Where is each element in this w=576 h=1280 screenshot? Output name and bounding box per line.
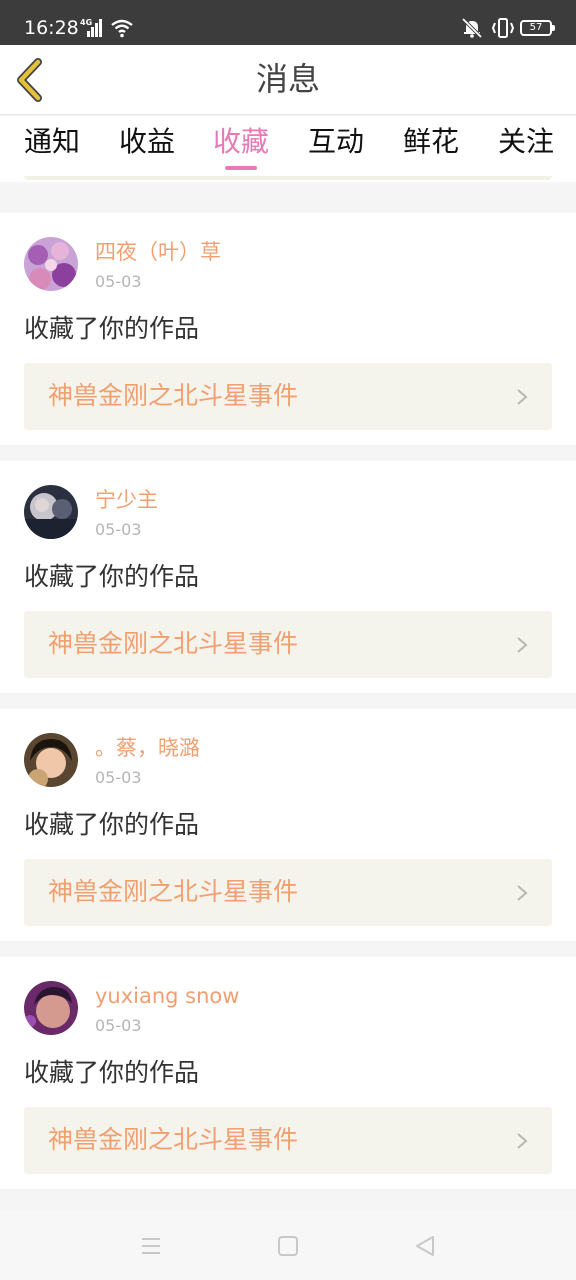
avatar[interactable] [24,485,78,539]
status-time: 16:28 [24,17,79,39]
menu-icon[interactable] [139,1234,163,1258]
list-item: yuxiang snow 05-03 收藏了你的作品 神兽金刚之北斗星事件 [0,957,576,1189]
avatar[interactable] [24,981,78,1035]
work-title: 神兽金刚之北斗星事件 [48,1125,299,1154]
list-item: 四夜（叶）草 05-03 收藏了你的作品 神兽金刚之北斗星事件 [0,213,576,445]
chevron-right-icon [517,885,528,901]
work-link[interactable]: 神兽金刚之北斗星事件 [24,363,552,430]
work-title: 神兽金刚之北斗星事件 [48,629,299,658]
chevron-right-icon [517,1133,528,1149]
signal-icon [87,19,105,37]
timestamp: 05-03 [95,768,142,787]
mute-icon [461,17,483,39]
tab-favorites[interactable]: 收藏 [213,122,269,162]
chevron-right-icon [517,637,528,653]
list-item: 宁少主 05-03 收藏了你的作品 神兽金刚之北斗星事件 [0,461,576,693]
avatar[interactable] [24,733,78,787]
work-link[interactable]: 神兽金刚之北斗星事件 [24,1107,552,1174]
work-link[interactable]: 神兽金刚之北斗星事件 [24,611,552,678]
work-title: 神兽金刚之北斗星事件 [48,877,299,906]
vibrate-icon [491,18,515,38]
tab-earnings[interactable]: 收益 [119,122,175,162]
page-title: 消息 [255,60,320,98]
work-link[interactable]: 神兽金刚之北斗星事件 [24,859,552,926]
chevron-right-icon [517,389,528,405]
system-nav-bar [0,1210,576,1280]
user-name[interactable]: 四夜（叶）草 [95,237,221,267]
back-icon[interactable] [413,1234,437,1258]
tab-following[interactable]: 关注 [498,122,554,162]
work-title: 神兽金刚之北斗星事件 [48,381,299,410]
message-text: 收藏了你的作品 [24,314,200,343]
timestamp: 05-03 [95,1016,142,1035]
message-text: 收藏了你的作品 [24,562,200,591]
tab-bar: 通知 收益 收藏 互动 鲜花 关注 [0,116,576,182]
header: 消息 [0,45,576,115]
active-tab-indicator [225,166,257,170]
user-name[interactable]: 宁少主 [95,485,158,515]
message-text: 收藏了你的作品 [24,810,200,839]
wifi-icon [111,19,133,38]
status-bar: 16:28 4G 57 [0,0,576,45]
list-item: 。蔡，晓潞 05-03 收藏了你的作品 神兽金刚之北斗星事件 [0,709,576,941]
user-name[interactable]: 。蔡，晓潞 [95,733,200,763]
message-text: 收藏了你的作品 [24,1058,200,1087]
avatar[interactable] [24,237,78,291]
tab-interactions[interactable]: 互动 [308,122,364,162]
user-name[interactable]: yuxiang snow [95,981,239,1011]
home-icon[interactable] [276,1234,300,1258]
tab-flowers[interactable]: 鲜花 [403,122,459,162]
tab-notifications[interactable]: 通知 [24,122,80,162]
timestamp: 05-03 [95,520,142,539]
tab-divider [24,176,552,180]
battery-icon: 57 [520,20,555,36]
timestamp: 05-03 [95,272,142,291]
